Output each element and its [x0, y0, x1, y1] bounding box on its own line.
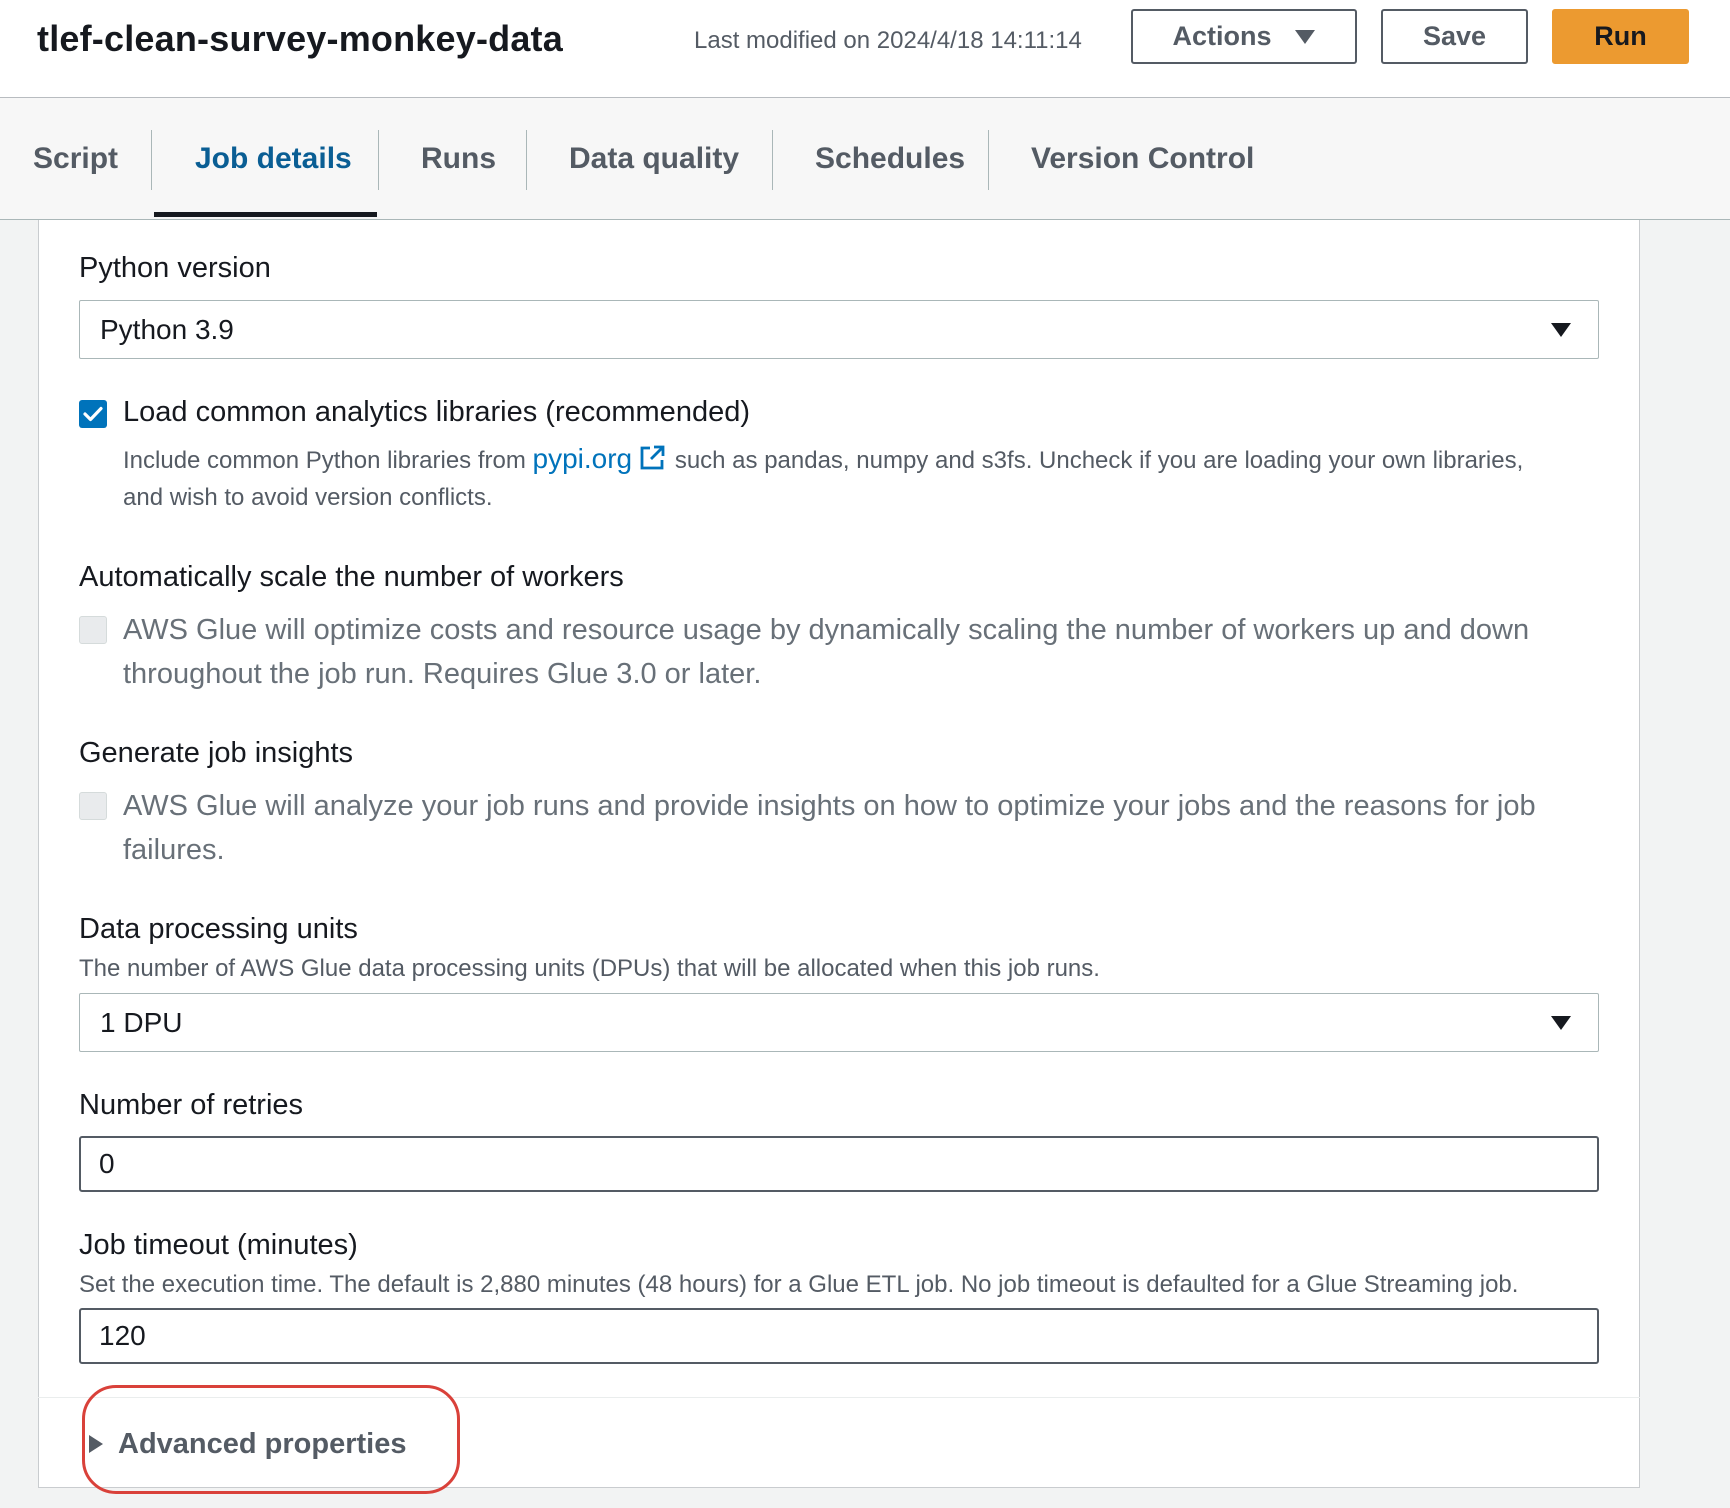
timeout-label: Job timeout (minutes)	[79, 1229, 358, 1261]
retries-label: Number of retries	[79, 1089, 304, 1121]
triangle-right-icon	[88, 1434, 104, 1454]
tab-script[interactable]: Script	[33, 98, 118, 220]
active-tab-indicator	[154, 212, 377, 217]
job-insights-checkbox	[79, 792, 107, 820]
tab-job-details[interactable]: Job details	[195, 98, 352, 220]
analytics-libraries-description: Include common Python libraries from pyp…	[123, 440, 1593, 516]
actions-button-label: Actions	[1172, 21, 1272, 51]
tab-separator	[151, 130, 152, 190]
tab-schedules[interactable]: Schedules	[815, 98, 965, 220]
tab-runs[interactable]: Runs	[421, 98, 496, 220]
dpu-label: Data processing units	[79, 913, 358, 945]
job-insights-description: AWS Glue will analyze your job runs and …	[123, 784, 1603, 872]
auto-scale-label: Automatically scale the number of worker…	[79, 561, 624, 593]
pypi-link[interactable]: pypi.org	[533, 443, 633, 474]
dpu-select[interactable]: 1 DPU	[79, 993, 1599, 1052]
advanced-properties-label: Advanced properties	[118, 1427, 407, 1460]
run-button[interactable]: Run	[1552, 9, 1689, 64]
analytics-desc-before: Include common Python libraries from	[123, 447, 526, 474]
tab-version-control[interactable]: Version Control	[1031, 98, 1254, 220]
caret-down-icon	[1550, 322, 1572, 338]
page-header: tlef-clean-survey-monkey-data Last modif…	[0, 0, 1730, 98]
caret-down-icon	[1294, 29, 1316, 45]
auto-scale-text-line2: throughout the job run. Requires Glue 3.…	[123, 658, 762, 690]
tab-bar: Script Job details Runs Data quality Sch…	[0, 98, 1730, 220]
save-button[interactable]: Save	[1381, 9, 1528, 64]
tab-separator	[772, 130, 773, 190]
tab-separator	[988, 130, 989, 190]
dpu-description: The number of AWS Glue data processing u…	[79, 955, 1100, 982]
analytics-libraries-checkbox[interactable]	[79, 400, 107, 428]
timeout-input[interactable]: 120	[79, 1308, 1599, 1364]
retries-value: 0	[99, 1148, 115, 1179]
tab-separator	[378, 130, 379, 190]
external-link-icon[interactable]	[638, 444, 666, 472]
python-version-value: Python 3.9	[100, 313, 234, 345]
auto-scale-text-line1: AWS Glue will optimize costs and resourc…	[123, 614, 1530, 646]
tab-separator	[526, 130, 527, 190]
analytics-desc-line2: and wish to avoid version conflicts.	[123, 484, 493, 511]
python-version-label: Python version	[79, 252, 271, 284]
actions-button[interactable]: Actions	[1131, 9, 1357, 64]
timeout-value: 120	[99, 1320, 146, 1351]
job-insights-text-line2: failures.	[123, 834, 225, 866]
python-version-select[interactable]: Python 3.9	[79, 300, 1599, 359]
analytics-desc-after: such as pandas, numpy and s3fs. Uncheck …	[674, 447, 1524, 474]
last-modified-text: Last modified on 2024/4/18 14:11:14	[694, 27, 1082, 54]
section-divider	[38, 1397, 1640, 1398]
checkmark-icon	[83, 406, 103, 422]
timeout-description: Set the execution time. The default is 2…	[79, 1271, 1519, 1298]
analytics-libraries-label: Load common analytics libraries (recomme…	[123, 396, 750, 428]
dpu-value: 1 DPU	[100, 1006, 183, 1038]
tab-data-quality[interactable]: Data quality	[569, 98, 739, 220]
auto-scale-checkbox	[79, 616, 107, 644]
advanced-properties-toggle[interactable]: Advanced properties	[88, 1422, 406, 1466]
job-insights-text-line1: AWS Glue will analyze your job runs and …	[123, 790, 1536, 822]
caret-down-icon	[1550, 1015, 1572, 1031]
job-insights-label: Generate job insights	[79, 737, 354, 769]
auto-scale-description: AWS Glue will optimize costs and resourc…	[123, 608, 1603, 696]
job-title: tlef-clean-survey-monkey-data	[37, 18, 563, 59]
retries-input[interactable]: 0	[79, 1136, 1599, 1192]
